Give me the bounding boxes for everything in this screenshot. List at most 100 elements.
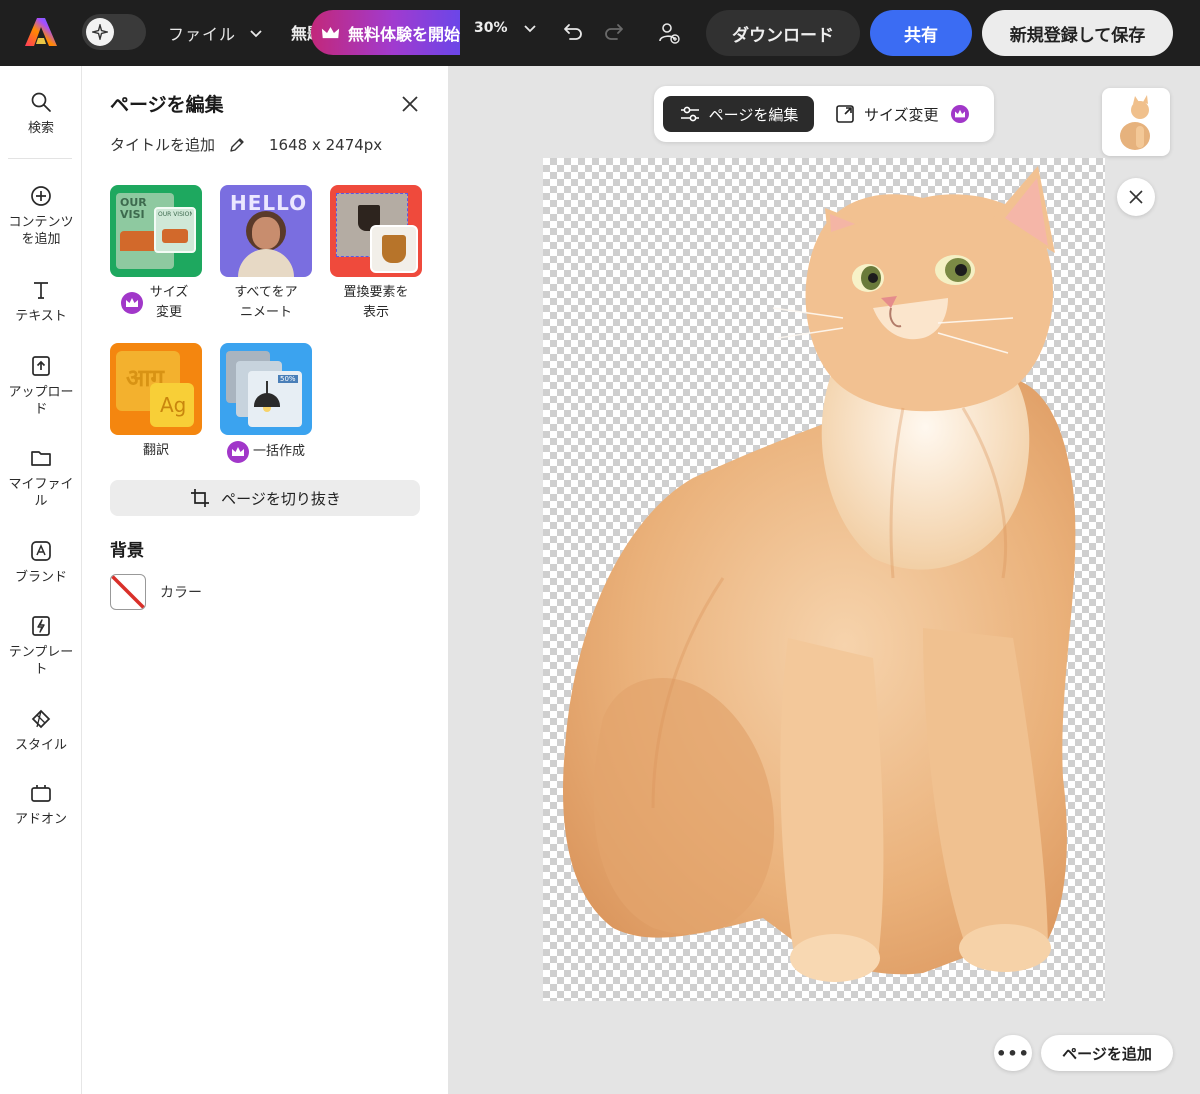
rail-item-label: テンプレート	[8, 645, 74, 677]
rail-item-templates[interactable]: テンプレート	[0, 614, 82, 678]
left-rail: 検索 コンテンツを追加 テキスト アップロード マイファイル ブランド テンプレ…	[0, 66, 82, 1094]
resize-icon	[836, 105, 854, 123]
rail-item-search[interactable]: 検索	[0, 90, 82, 137]
rail-item-label: マイファイル	[8, 477, 74, 509]
resize-label: サイズ変更	[864, 105, 939, 124]
rail-item-label: コンテンツを追加	[8, 215, 74, 247]
crown-icon	[321, 26, 340, 38]
canvas-close-button[interactable]	[1117, 178, 1155, 216]
chevron-down-icon	[523, 25, 536, 33]
file-menu[interactable]: ファイル	[168, 20, 264, 46]
background-color-row[interactable]: カラー	[110, 574, 202, 610]
tool-bulk-create[interactable]: 50% 一括作成	[220, 343, 312, 463]
rail-item-addons[interactable]: アドオン	[0, 781, 82, 828]
chevron-down-icon	[250, 30, 262, 38]
rail-item-label: スタイル	[14, 738, 67, 753]
color-label: カラー	[160, 585, 202, 601]
translate-thumbnail: आग Ag	[110, 343, 202, 435]
sign-up-and-save-button[interactable]: 新規登録して保存	[982, 10, 1173, 56]
resize-thumb-small-text: OUR VISION	[158, 211, 192, 218]
text-icon	[34, 282, 48, 299]
rail-item-label: アップロード	[8, 385, 74, 417]
bulk-create-thumbnail: 50%	[220, 343, 312, 435]
zoom-control[interactable]: 30%	[474, 20, 538, 36]
crop-page-button[interactable]: ページを切り抜き	[110, 480, 420, 516]
page-thumbnail[interactable]	[1102, 88, 1170, 156]
premium-crown-icon	[121, 292, 143, 314]
zoom-value: 30%	[474, 20, 508, 36]
rail-item-text[interactable]: テキスト	[0, 278, 82, 325]
rail-item-my-files[interactable]: マイファイル	[0, 446, 82, 510]
template-icon	[32, 616, 50, 636]
redo-icon[interactable]	[602, 20, 626, 44]
rail-item-label: ブランド	[14, 570, 67, 585]
pencil-icon[interactable]	[227, 135, 247, 155]
edit-page-label: ページを編集	[708, 105, 799, 124]
more-options-button[interactable]: •••	[994, 1035, 1032, 1071]
resize-button[interactable]: サイズ変更	[834, 96, 980, 132]
download-button[interactable]: ダウンロード	[706, 10, 860, 56]
undo-icon[interactable]	[561, 20, 585, 44]
tool-label: 翻訳	[142, 443, 169, 458]
tool-animate-all[interactable]: HELLO すべてをアニメート	[220, 185, 312, 323]
edit-page-panel: ページを編集 タイトルを追加 1648 x 2474px OUR VISI OU…	[82, 66, 448, 1094]
rail-item-style[interactable]: スタイル	[0, 707, 82, 754]
no-color-swatch[interactable]	[110, 574, 146, 610]
rail-item-add-content[interactable]: コンテンツを追加	[0, 184, 82, 248]
cat-image	[563, 166, 1076, 982]
background-heading: 背景	[110, 541, 144, 561]
magic-mode-toggle[interactable]	[82, 14, 146, 50]
search-icon	[31, 92, 51, 112]
style-icon	[31, 709, 51, 729]
canvas-artboard[interactable]	[543, 158, 1105, 1001]
close-icon[interactable]	[400, 94, 420, 114]
trial-label: 無料体験を開始	[347, 24, 460, 44]
page-dimensions: 1648 x 2474px	[269, 135, 383, 154]
tool-caption: サイズ変更	[121, 283, 191, 323]
premium-crown-icon	[226, 441, 249, 463]
translate-latin-text: Ag	[160, 393, 187, 417]
adobe-express-logo-icon[interactable]	[24, 16, 58, 48]
tool-label: サイズ変更	[149, 285, 189, 320]
add-title-link[interactable]: タイトルを追加	[110, 134, 215, 155]
tool-resize[interactable]: OUR VISI OUR VISION サイズ変更	[110, 185, 202, 323]
cat-thumbnail-image	[1120, 95, 1150, 150]
tool-show-replaceable[interactable]: 置換要素を表示	[330, 185, 422, 323]
animate-thumbnail: HELLO	[220, 185, 312, 277]
folder-icon	[31, 451, 51, 466]
rail-divider	[8, 158, 72, 159]
sparkle-icon	[86, 18, 114, 46]
sliders-icon	[680, 106, 699, 122]
file-menu-label: ファイル	[168, 25, 237, 44]
resize-thumbnail: OUR VISI OUR VISION	[110, 185, 202, 277]
rail-item-brand[interactable]: ブランド	[0, 539, 82, 586]
tool-caption: 一括作成	[226, 441, 305, 463]
canvas-floating-toolbar: ページを編集 サイズ変更	[654, 86, 994, 142]
start-free-trial-button[interactable]: 無料体験を開始	[311, 10, 460, 55]
add-page-button[interactable]: ページを追加	[1041, 1035, 1173, 1071]
rail-item-label: アドオン	[14, 812, 67, 827]
title-row: タイトルを追加 1648 x 2474px	[110, 134, 382, 155]
brand-icon	[31, 541, 51, 561]
edit-page-button[interactable]: ページを編集	[663, 96, 814, 132]
tool-label: 一括作成	[252, 444, 305, 459]
plus-circle-icon	[31, 186, 51, 206]
tool-label: すべてをアニメート	[234, 285, 298, 320]
rail-item-upload[interactable]: アップロード	[0, 354, 82, 418]
top-bar: ファイル 無題 無料体験を開始 30% ダウンロード 共有 新規登録して保存	[0, 0, 1200, 66]
premium-crown-icon	[950, 105, 969, 123]
crop-label: ページを切り抜き	[221, 489, 341, 508]
crop-icon	[191, 489, 210, 507]
rail-item-label: テキスト	[15, 309, 67, 324]
bulk-badge: 50%	[278, 375, 298, 383]
tool-translate[interactable]: आग Ag 翻訳	[110, 343, 202, 461]
close-icon	[1129, 190, 1143, 204]
rail-item-label: 検索	[27, 121, 54, 136]
invite-collaborator-icon[interactable]	[656, 20, 682, 46]
panel-title: ページを編集	[110, 94, 224, 116]
replace-thumbnail	[330, 185, 422, 277]
upload-icon	[32, 356, 50, 376]
tool-label: 置換要素を表示	[343, 285, 409, 320]
share-button[interactable]: 共有	[870, 10, 972, 56]
addon-icon	[31, 785, 51, 802]
